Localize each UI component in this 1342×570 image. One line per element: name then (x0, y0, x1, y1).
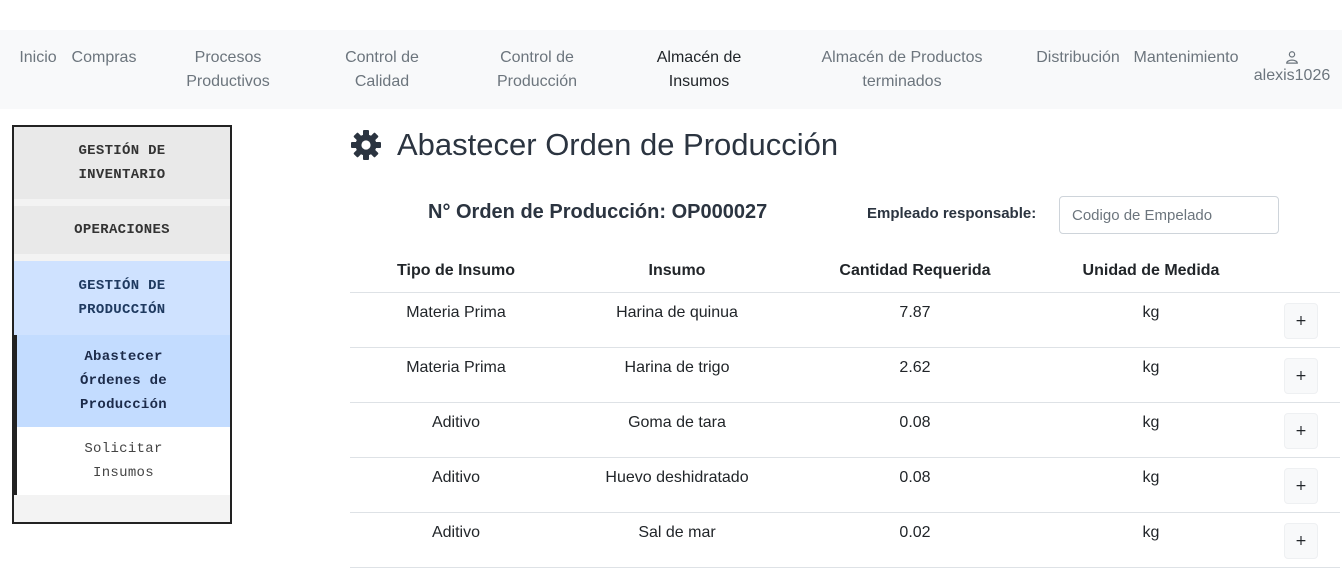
nav-label-line-2: Producción (496, 73, 578, 90)
menu-label-line-1: GESTIÓN DE (78, 278, 166, 294)
menu-label-line-2: Insumos (93, 465, 154, 481)
menu-gestion-de-inventario[interactable]: GESTIÓN DE INVENTARIO (14, 127, 230, 199)
table-row: Materia Prima Harina de quinua 7.87 kg + (350, 293, 1340, 348)
menu-label-line-1: Solicitar (84, 441, 163, 457)
nav-item-inicio[interactable]: Inicio (18, 46, 58, 70)
menu-label: OPERACIONES (74, 222, 170, 238)
nav-label: Compras (71, 49, 137, 66)
menu-solicitar-insumos[interactable]: Solicitar Insumos (14, 427, 230, 495)
user-name: alexis1026 (1253, 67, 1331, 84)
nav-label-line-2: Productivos (186, 73, 270, 90)
add-button[interactable]: + (1284, 358, 1318, 394)
page-title: Abastecer Orden de Producción (397, 127, 839, 162)
employee-code-input[interactable] (1059, 196, 1279, 234)
column-header: Unidad de Medida (1082, 262, 1220, 279)
table-row: Aditivo Huevo deshidratado 0.08 kg + (350, 458, 1340, 513)
table-row: Aditivo Sal de mar 0.02 kg + (350, 513, 1340, 568)
cell-cantidad: 7.87 (899, 304, 931, 321)
nav-item-mantenimiento[interactable]: Mantenimiento (1132, 46, 1240, 70)
nav-label: Mantenimiento (1133, 49, 1239, 66)
add-button[interactable]: + (1284, 523, 1318, 559)
menu-label-line-2: PRODUCCIÓN (78, 302, 166, 318)
add-button[interactable]: + (1284, 303, 1318, 339)
cell-unidad: kg (1142, 524, 1160, 541)
cell-insumo: Goma de tara (628, 414, 726, 431)
cell-cantidad: 0.08 (899, 469, 931, 486)
column-header: Tipo de Insumo (397, 262, 515, 279)
add-button[interactable]: + (1284, 413, 1318, 449)
side-menu: GESTIÓN DE INVENTARIO OPERACIONES GESTIÓ… (12, 125, 232, 524)
nav-item-almacen-de-productos-terminados[interactable]: Almacén de Productos terminados (812, 46, 992, 94)
cell-tipo: Aditivo (431, 524, 481, 541)
menu-label-line-2: Órdenes de (79, 373, 167, 389)
user-menu[interactable]: alexis1026 (1250, 50, 1334, 88)
cell-insumo: Harina de trigo (624, 359, 730, 376)
nav-item-procesos-productivos[interactable]: Procesos Productivos (172, 46, 284, 94)
table-header: Tipo de Insumo Insumo Cantidad Requerida… (350, 253, 1340, 293)
cell-unidad: kg (1142, 304, 1160, 321)
menu-label-line-3: Producción (79, 397, 167, 413)
menu-label-line-1: Abastecer (84, 349, 163, 365)
cell-unidad: kg (1142, 414, 1160, 431)
gear-icon (351, 130, 381, 160)
cell-insumo: Harina de quinua (616, 304, 738, 321)
nav-label: Inicio (19, 49, 57, 66)
top-navbar: Inicio Compras Procesos Productivos Cont… (0, 30, 1342, 109)
cell-cantidad: 2.62 (899, 359, 931, 376)
cell-tipo: Materia Prima (406, 359, 506, 376)
column-header: Insumo (648, 262, 706, 279)
supplies-table: Tipo de Insumo Insumo Cantidad Requerida… (350, 253, 1340, 568)
user-icon (1286, 51, 1298, 64)
order-number: N° Orden de Producción: OP000027 (428, 201, 768, 223)
menu-gestion-de-produccion[interactable]: GESTIÓN DE PRODUCCIÓN (14, 261, 230, 335)
table-row: Aditivo Goma de tara 0.08 kg + (350, 403, 1340, 458)
cell-tipo: Aditivo (431, 414, 481, 431)
nav-label-line-2: terminados (862, 73, 942, 90)
menu-label-line-1: GESTIÓN DE (78, 143, 166, 159)
table-row: Materia Prima Harina de trigo 2.62 kg + (350, 348, 1340, 403)
menu-operaciones[interactable]: OPERACIONES (14, 206, 230, 254)
nav-label-line-2: Calidad (354, 73, 410, 90)
nav-item-control-de-produccion[interactable]: Control de Producción (484, 46, 590, 94)
nav-label-line-1: Almacén de (656, 49, 742, 66)
nav-item-compras[interactable]: Compras (70, 46, 138, 70)
cell-insumo: Sal de mar (638, 524, 716, 541)
nav-item-distribucion[interactable]: Distribución (1034, 46, 1122, 70)
nav-label-line-1: Control de (500, 49, 574, 66)
cell-tipo: Materia Prima (406, 304, 506, 321)
nav-label: Distribución (1036, 49, 1120, 66)
cell-cantidad: 0.02 (899, 524, 931, 541)
cell-insumo: Huevo deshidratado (605, 469, 749, 486)
add-button[interactable]: + (1284, 468, 1318, 504)
nav-label-line-2: Insumos (668, 73, 730, 90)
nav-label-line-1: Procesos (194, 49, 262, 66)
nav-label-line-1: Control de (345, 49, 419, 66)
nav-item-almacen-de-insumos[interactable]: Almacén de Insumos (644, 46, 754, 94)
cell-tipo: Aditivo (431, 469, 481, 486)
nav-label-line-1: Almacén de Productos (821, 49, 983, 66)
page-header: Abastecer Orden de Producción (350, 125, 838, 165)
cell-unidad: kg (1142, 359, 1160, 376)
cell-unidad: kg (1142, 469, 1160, 486)
nav-item-control-de-calidad[interactable]: Control de Calidad (330, 46, 434, 94)
menu-label-line-2: INVENTARIO (78, 167, 166, 183)
employee-label: Empleado responsable: (867, 205, 1037, 222)
cell-cantidad: 0.08 (899, 414, 931, 431)
menu-abastecer-ordenes-de-produccion[interactable]: Abastecer Órdenes de Producción (14, 335, 230, 427)
column-header: Cantidad Requerida (839, 262, 991, 279)
